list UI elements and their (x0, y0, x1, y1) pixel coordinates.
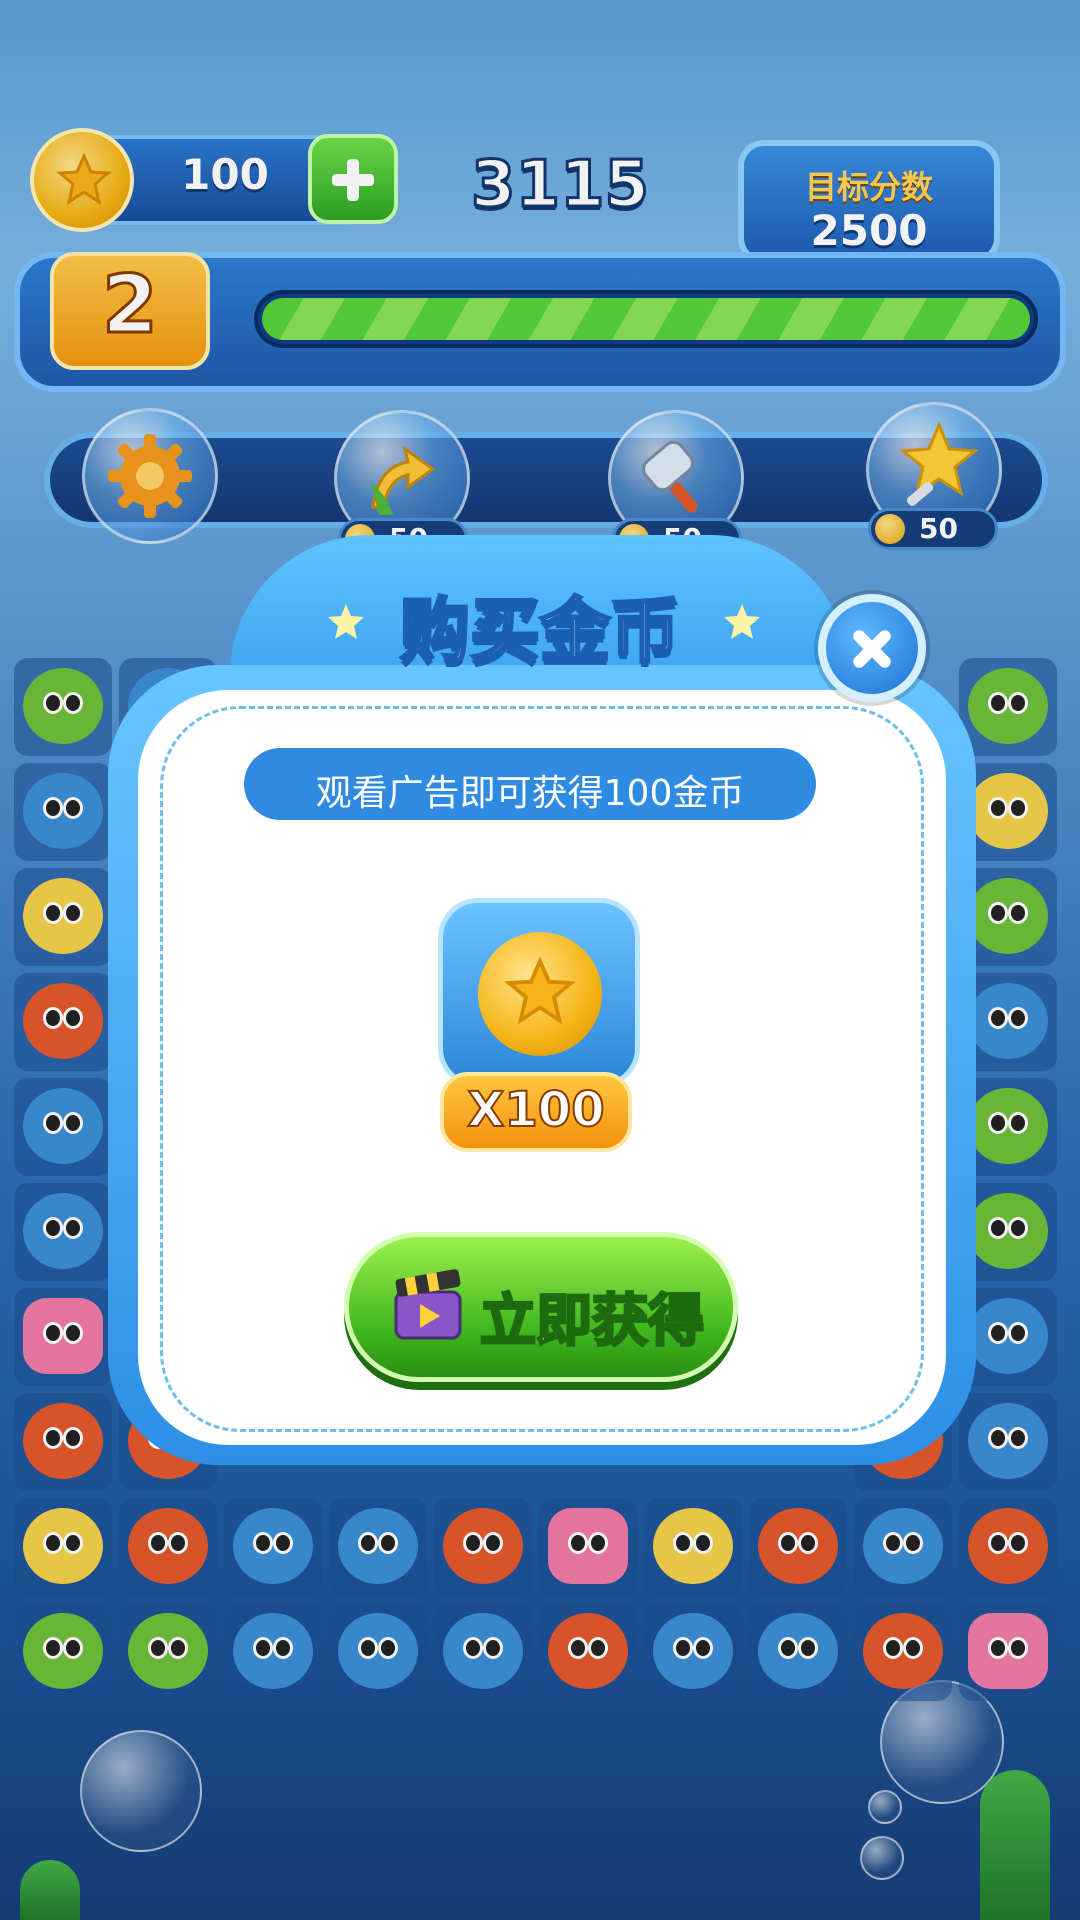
close-button[interactable] (818, 594, 926, 702)
hint-text: 观看广告即可获得100金币 (315, 773, 745, 814)
reward-amount: X100 (466, 1081, 605, 1139)
get-now-label: 立即获得 (479, 1288, 706, 1356)
clapperboard-icon (394, 1269, 462, 1340)
dialog-title: 购买金币 (399, 589, 682, 674)
coin-icon (478, 932, 602, 1056)
